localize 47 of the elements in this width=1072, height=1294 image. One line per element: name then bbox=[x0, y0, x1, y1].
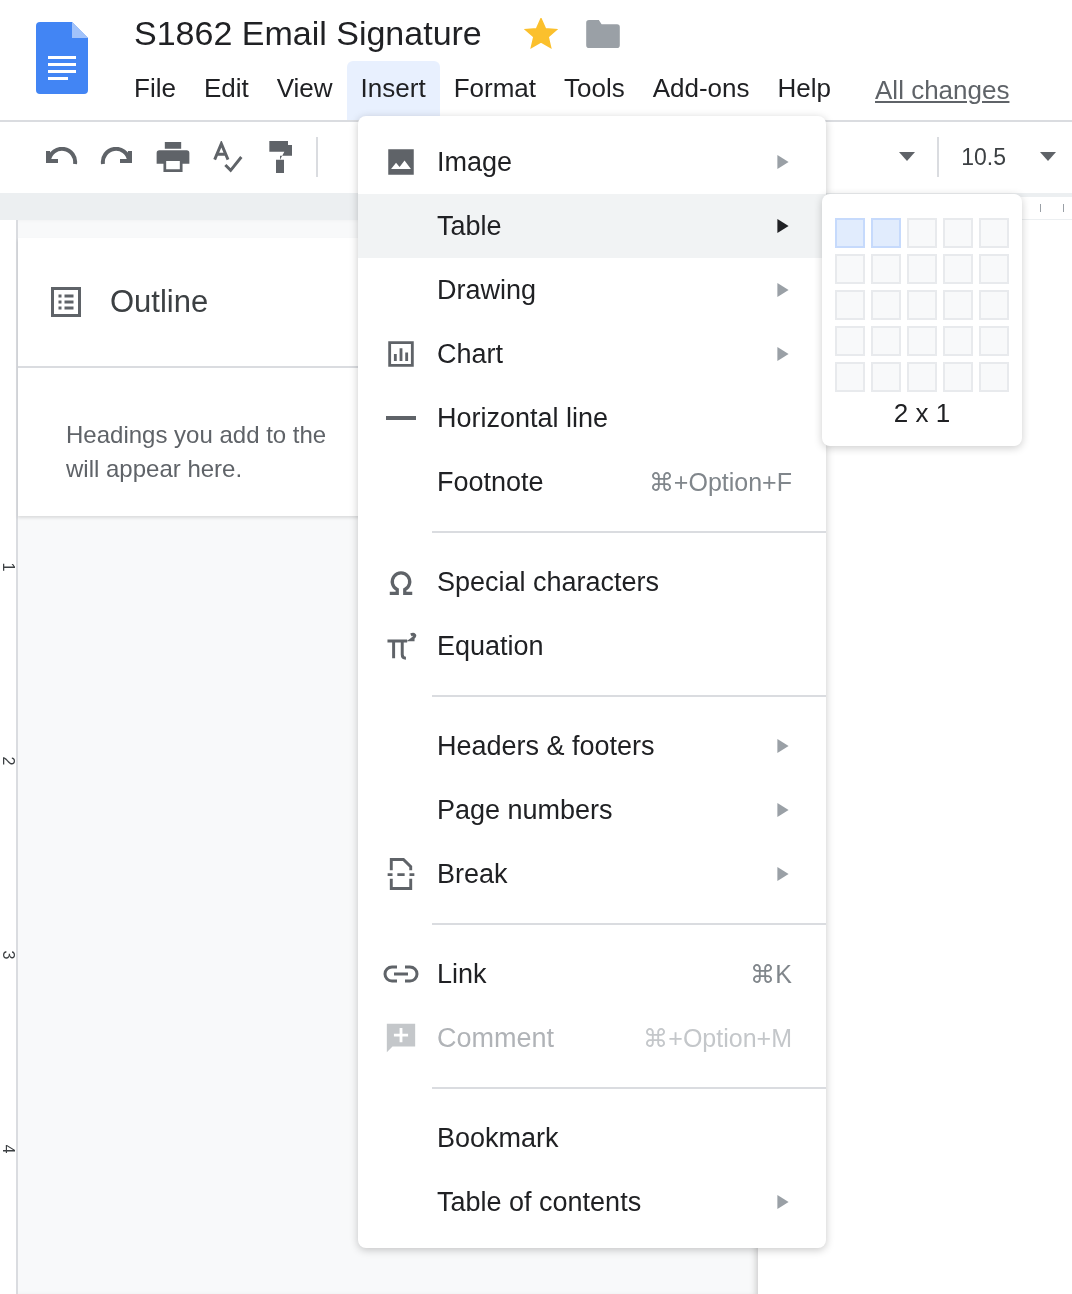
menu-option[interactable]: Break bbox=[358, 842, 826, 906]
menu-option[interactable]: Page numbers bbox=[358, 778, 826, 842]
paint-format-icon[interactable] bbox=[266, 141, 294, 174]
outline-hint: Headings you add to the bbox=[66, 420, 327, 450]
menu-item[interactable]: Edit bbox=[189, 61, 263, 120]
outline-icon bbox=[48, 284, 84, 320]
print-icon[interactable] bbox=[156, 142, 190, 173]
docs-logo-icon[interactable] bbox=[36, 22, 88, 94]
spellcheck-icon[interactable] bbox=[212, 141, 244, 174]
menu-option[interactable]: Drawing bbox=[358, 258, 826, 322]
menu-item[interactable]: View bbox=[262, 61, 347, 120]
menu-option[interactable]: Table of contents bbox=[358, 1170, 826, 1234]
page-break-icon bbox=[385, 857, 416, 891]
menu-item[interactable]: Format bbox=[439, 61, 550, 120]
menu-option[interactable]: Special characters bbox=[358, 550, 826, 614]
menu-item[interactable]: Tools bbox=[550, 61, 639, 120]
folder-icon[interactable] bbox=[585, 19, 620, 48]
save-status-link[interactable]: All changes bbox=[875, 75, 1010, 106]
star-icon[interactable] bbox=[523, 17, 558, 50]
dropdown-caret-icon[interactable] bbox=[1040, 152, 1056, 163]
outline-title: Outline bbox=[110, 284, 209, 320]
ruler-number: 2 bbox=[0, 755, 17, 768]
font-size-field[interactable]: 10.5 bbox=[961, 143, 1006, 171]
ruler-number: 1 bbox=[0, 561, 17, 574]
menu-item[interactable]: Add-ons bbox=[638, 61, 764, 120]
menu-option[interactable]: Link ⌘K bbox=[358, 942, 826, 1006]
menu-option[interactable]: Bookmark bbox=[358, 1106, 826, 1170]
ruler-number: 3 bbox=[0, 949, 17, 962]
table-size-label: 2 x 1 bbox=[893, 398, 951, 429]
menu-option[interactable]: Headers & footers bbox=[358, 714, 826, 778]
menu-option[interactable]: Table bbox=[358, 194, 826, 258]
menu-option[interactable]: Footnote ⌘+Option+F bbox=[358, 450, 826, 514]
menu-option[interactable]: Horizontal line bbox=[358, 386, 826, 450]
menu-item[interactable]: Insert bbox=[346, 61, 440, 120]
menu-option[interactable]: Chart bbox=[358, 322, 826, 386]
grid-cell[interactable] bbox=[835, 218, 865, 248]
menu-option[interactable]: Image bbox=[358, 130, 826, 194]
document-title[interactable]: S1862 Email Signature bbox=[134, 14, 482, 53]
ruler-number: 4 bbox=[0, 1143, 17, 1156]
menu-option[interactable]: Equation bbox=[358, 614, 826, 678]
dropdown-caret-icon[interactable] bbox=[899, 152, 916, 163]
pi-squared-icon bbox=[384, 631, 417, 661]
grid-cell[interactable] bbox=[871, 218, 901, 248]
menu-item[interactable]: Help bbox=[763, 61, 845, 120]
menu-item[interactable]: File bbox=[120, 61, 190, 120]
link-icon bbox=[382, 964, 419, 984]
outline-hint: will appear here. bbox=[66, 454, 243, 484]
